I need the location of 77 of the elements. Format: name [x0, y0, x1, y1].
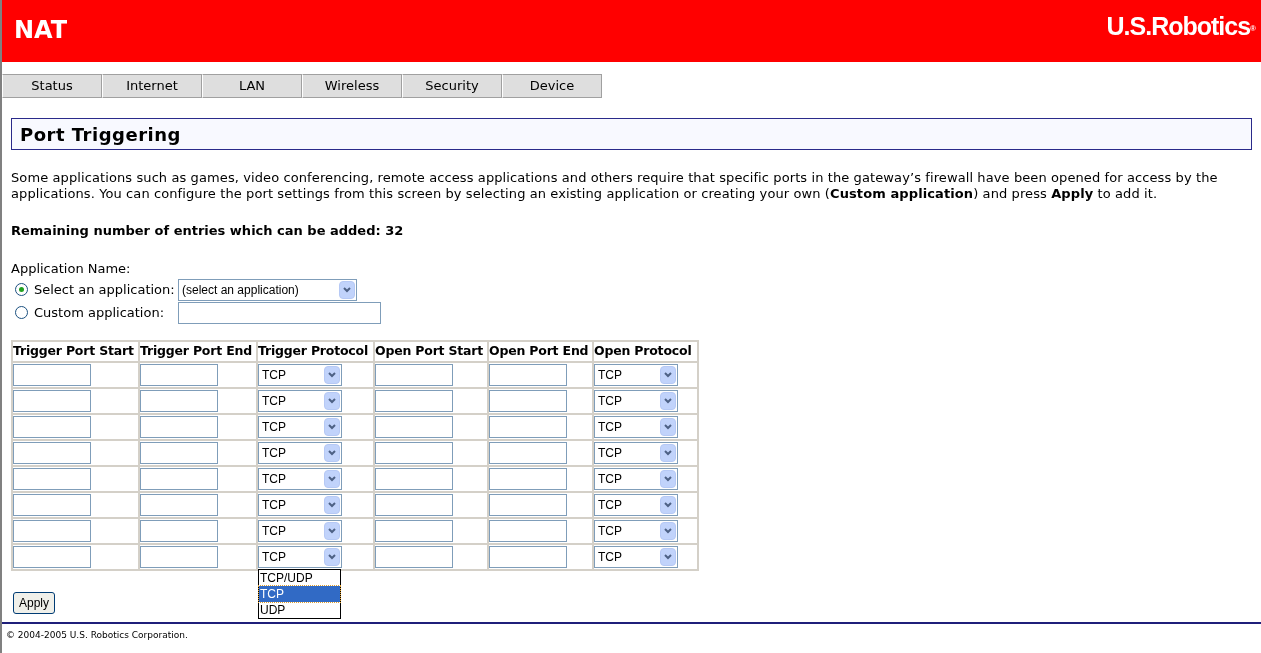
open-port-start-field[interactable]: [375, 389, 453, 412]
nav-tab[interactable]: LAN: [202, 74, 302, 98]
trigger-port-end-field[interactable]: [140, 493, 218, 516]
dropdown-option[interactable]: UDP: [259, 601, 340, 618]
open-port-start-field[interactable]: [375, 519, 453, 542]
trigger-protocol-select[interactable]: TCP: [258, 545, 342, 568]
trigger-port-end-field[interactable]: [140, 519, 218, 542]
open-port-start-field[interactable]: [375, 545, 453, 568]
description-text: Some applications such as games, video conferencing, remote access applications and others require that specific ports in the gateway’s firewall have been opened for access by the applications. You can configure the port settings from this screen by selecting an existing application or creating your own (Custom application) and press Apply to add it.: [11, 170, 1219, 202]
open-port-end-field[interactable]: [489, 389, 567, 412]
trigger-port-end-field[interactable]: [140, 415, 218, 438]
open-protocol-select[interactable]: TCP: [594, 493, 678, 516]
trigger-port-end-field[interactable]: [140, 545, 218, 568]
open-port-end-field[interactable]: [489, 363, 567, 386]
trigger-port-end-field[interactable]: [140, 441, 218, 464]
open-port-start-field[interactable]: [375, 415, 453, 438]
custom-application-field[interactable]: [178, 301, 381, 324]
open-port-end-field[interactable]: [489, 493, 567, 516]
trigger-port-start-field[interactable]: [13, 467, 91, 490]
column-header: Open Port End: [488, 341, 593, 362]
trigger-port-start-field[interactable]: [13, 441, 91, 464]
column-header: Open Port Start: [374, 341, 488, 362]
open-protocol-select[interactable]: TCP: [594, 545, 678, 568]
open-port-end-field[interactable]: [489, 519, 567, 542]
application-name-label: Application Name:: [11, 259, 132, 278]
radio-label: Custom application:: [34, 303, 166, 322]
column-header: Open Protocol: [593, 341, 698, 362]
open-port-end-field[interactable]: [489, 467, 567, 490]
open-protocol-select[interactable]: TCP: [594, 389, 678, 412]
remaining-entries-text: Remaining number of entries which can be added: 32: [11, 222, 405, 240]
radio-button[interactable]: [15, 306, 28, 319]
trigger-protocol-select[interactable]: TCP: [258, 389, 342, 412]
application-select[interactable]: (select an application): [178, 278, 357, 301]
column-header: Trigger Port Start: [12, 341, 139, 362]
trigger-port-start-field[interactable]: [13, 545, 91, 568]
open-protocol-select[interactable]: TCP: [594, 415, 678, 438]
trigger-port-start-field[interactable]: [13, 389, 91, 412]
logo: U.S.Robotics$^{®}$: [1106, 11, 1255, 42]
open-port-start-field[interactable]: [375, 467, 453, 490]
trigger-protocol-select[interactable]: TCP: [258, 493, 342, 516]
open-protocol-select[interactable]: TCP: [594, 519, 678, 542]
trigger-port-start-field[interactable]: [13, 363, 91, 386]
open-port-start-field[interactable]: [375, 441, 453, 464]
trigger-protocol-select[interactable]: TCP: [258, 467, 342, 490]
nav-tab[interactable]: Status: [2, 74, 102, 98]
radio-button[interactable]: [15, 283, 28, 296]
nav-tab[interactable]: Wireless: [302, 74, 402, 98]
open-protocol-select[interactable]: TCP: [594, 363, 678, 386]
open-protocol-select[interactable]: TCP: [594, 467, 678, 490]
trigger-protocol-select[interactable]: TCP: [258, 441, 342, 464]
dropdown-option[interactable]: TCP: [259, 585, 340, 602]
trigger-protocol-select[interactable]: TCP: [258, 415, 342, 438]
trigger-port-start-field[interactable]: [13, 415, 91, 438]
column-header: Trigger Protocol: [257, 341, 374, 362]
trigger-port-end-field[interactable]: [140, 467, 218, 490]
trigger-port-start-field[interactable]: [13, 519, 91, 542]
nav-tab[interactable]: Device: [502, 74, 602, 98]
copyright-text: © 2004-2005 U.S. Robotics Corporation.: [6, 629, 188, 642]
page-heading: NAT: [14, 15, 68, 46]
open-port-end-field[interactable]: [489, 545, 567, 568]
column-header: Trigger Port End: [139, 341, 257, 362]
trigger-port-end-field[interactable]: [140, 389, 218, 412]
open-port-start-field[interactable]: [375, 363, 453, 386]
trigger-port-start-field[interactable]: [13, 493, 91, 516]
trigger-protocol-select[interactable]: TCP: [258, 519, 342, 542]
open-port-end-field[interactable]: [489, 441, 567, 464]
nav-tab[interactable]: Internet: [102, 74, 202, 98]
radio-label: Select an application:: [34, 280, 176, 299]
trigger-protocol-select[interactable]: TCP: [258, 363, 342, 386]
trigger-port-end-field[interactable]: [140, 363, 218, 386]
section-title: Port Triggering: [20, 122, 181, 147]
open-protocol-select[interactable]: TCP: [594, 441, 678, 464]
open-port-end-field[interactable]: [489, 415, 567, 438]
dropdown-option[interactable]: TCP/UDP: [259, 569, 340, 586]
nav-tab[interactable]: Security: [402, 74, 502, 98]
apply-button[interactable]: Apply: [13, 591, 56, 614]
open-port-start-field[interactable]: [375, 493, 453, 516]
